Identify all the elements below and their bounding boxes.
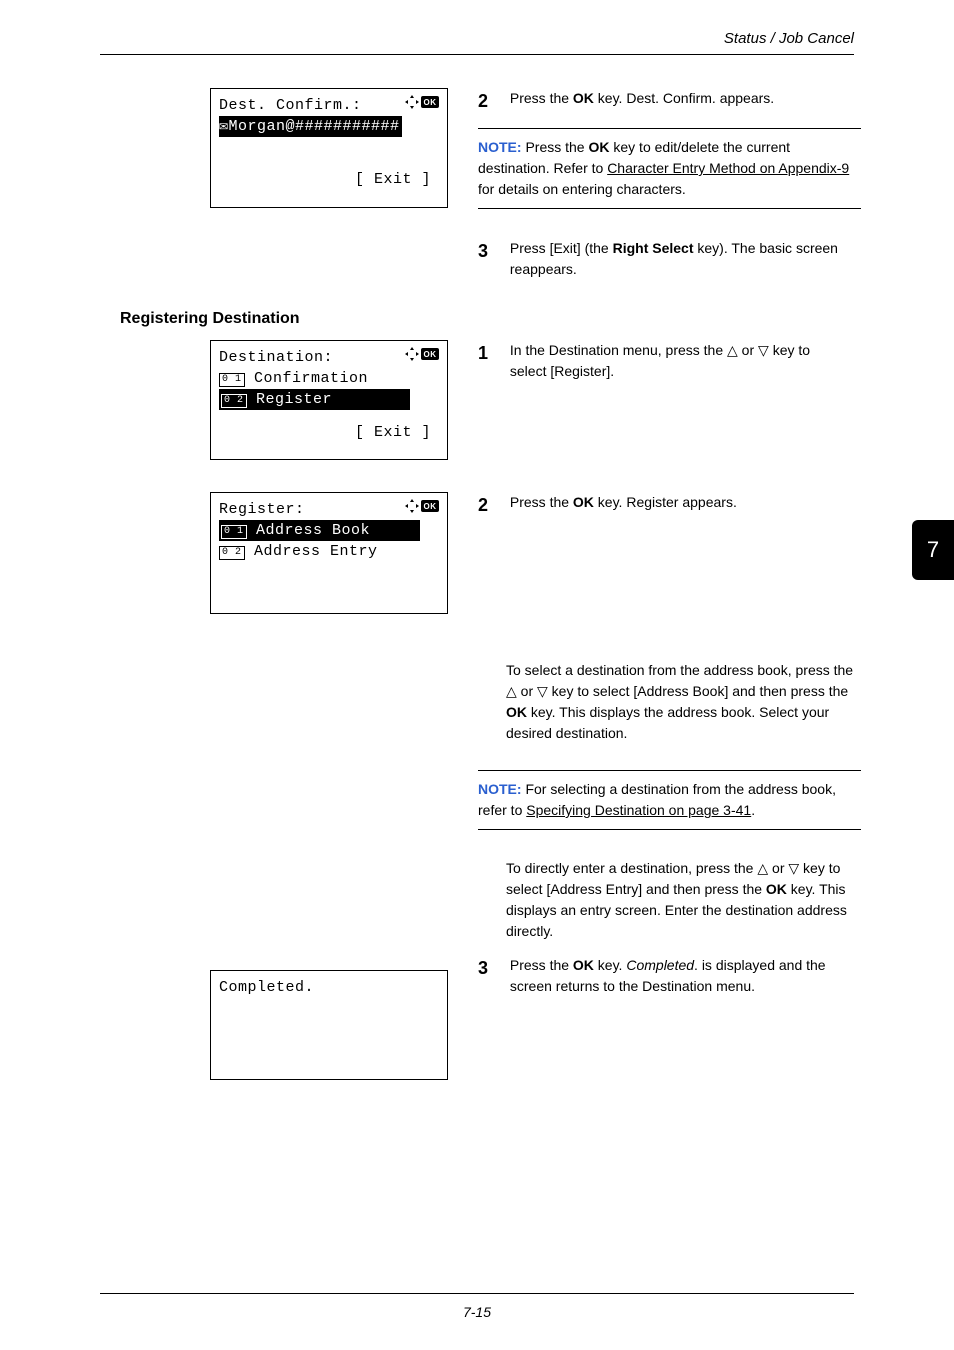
- lcd-title: Destination:: [219, 349, 333, 366]
- t: OK: [573, 494, 594, 510]
- note-specifying-destination: NOTE: For selecting a destination from t…: [478, 770, 861, 830]
- step-number: 3: [478, 238, 506, 265]
- link-specifying-destination[interactable]: Specifying Destination on page 3-41: [526, 802, 751, 818]
- nav-ok-icon: OK: [405, 347, 439, 361]
- heading-registering-destination: Registering Destination: [120, 310, 300, 328]
- menu-index: 0 2: [219, 546, 245, 560]
- menu-index: 0 1: [221, 525, 247, 539]
- lcd-title: Dest. Confirm.:: [219, 97, 362, 114]
- chapter-number: 7: [927, 537, 939, 563]
- svg-text:OK: OK: [424, 502, 437, 511]
- down-arrow-icon: ▽: [537, 683, 548, 699]
- t: OK: [588, 139, 609, 155]
- step-number: 1: [478, 340, 506, 367]
- t: key. This displays the address book. Sel…: [506, 704, 829, 741]
- up-arrow-icon: △: [727, 342, 738, 358]
- menu-item-selected: Register: [247, 391, 333, 408]
- svg-text:OK: OK: [424, 350, 437, 359]
- t: Press the: [510, 90, 573, 106]
- chapter-tab: 7: [912, 520, 954, 580]
- lcd-exit-action: [ Exit ]: [355, 171, 431, 188]
- t: key to select [Address Book] and then pr…: [548, 683, 848, 699]
- header-rule: [100, 54, 854, 55]
- t: In the Destination menu, press the: [510, 342, 727, 358]
- t: OK: [506, 704, 527, 720]
- lcd-completed: Completed.: [210, 970, 448, 1080]
- menu-item-selected: Address Book: [247, 522, 371, 539]
- t: for details on entering characters.: [478, 181, 686, 197]
- menu-item: Address Entry: [245, 543, 378, 560]
- down-arrow-icon: ▽: [788, 860, 799, 876]
- step-number: 3: [478, 955, 506, 982]
- step-number: 2: [478, 492, 506, 519]
- t: key. Register appears.: [594, 494, 737, 510]
- svg-text:OK: OK: [424, 98, 437, 107]
- nav-ok-icon: OK: [405, 95, 439, 109]
- lcd-exit-action: [ Exit ]: [355, 424, 431, 441]
- step-number: 2: [478, 88, 506, 115]
- t: Press the: [510, 494, 573, 510]
- footer-rule: [100, 1293, 854, 1294]
- t: or: [738, 342, 758, 358]
- t: OK: [573, 957, 594, 973]
- para-address-entry: To directly enter a destination, press t…: [506, 858, 858, 942]
- link-char-entry[interactable]: Character Entry Method on Appendix-9: [607, 160, 849, 176]
- t: OK: [573, 90, 594, 106]
- t: Press the: [525, 139, 588, 155]
- t: OK: [766, 881, 787, 897]
- t: Completed: [626, 957, 694, 973]
- lcd-highlighted: Morgan@###########: [229, 118, 400, 135]
- down-arrow-icon: ▽: [758, 342, 769, 358]
- t: key. Dest. Confirm. appears.: [594, 90, 774, 106]
- note-label: NOTE:: [478, 139, 525, 155]
- step-3a: 3 Press [Exit] (the Right Select key). T…: [478, 238, 850, 280]
- t: Press the: [510, 957, 573, 973]
- menu-index: 0 2: [221, 394, 247, 408]
- lcd-destination-menu: Destination: OK 0 1 Confirmation 0 2 Reg…: [210, 340, 448, 460]
- t: key.: [594, 957, 626, 973]
- lcd-dest-confirm: Dest. Confirm.: OK ✉Morgan@########### […: [210, 88, 448, 208]
- para-address-book: To select a destination from the address…: [506, 660, 858, 744]
- menu-index: 0 1: [219, 373, 245, 387]
- step-2b: 2 Press the OK key. Register appears.: [478, 492, 850, 519]
- mail-icon: ✉: [219, 118, 229, 135]
- step-3b: 3 Press the OK key. Completed. is displa…: [478, 955, 850, 997]
- t: or: [517, 683, 537, 699]
- note-label: NOTE:: [478, 781, 525, 797]
- lcd-title: Register:: [219, 501, 305, 518]
- note-edit-delete: NOTE: Press the OK key to edit/delete th…: [478, 128, 861, 209]
- step-1b: 1 In the Destination menu, press the △ o…: [478, 340, 850, 382]
- step-2a: 2 Press the OK key. Dest. Confirm. appea…: [478, 88, 850, 115]
- up-arrow-icon: △: [757, 860, 768, 876]
- nav-ok-icon: OK: [405, 499, 439, 513]
- t: .: [751, 802, 755, 818]
- menu-item: Confirmation: [245, 370, 369, 387]
- lcd-completed-text: Completed.: [219, 977, 439, 998]
- page-number: 7-15: [0, 1304, 954, 1320]
- t: Right Select: [613, 240, 694, 256]
- breadcrumb: Status / Job Cancel: [724, 30, 854, 47]
- up-arrow-icon: △: [506, 683, 517, 699]
- t: To select a destination from the address…: [506, 662, 853, 678]
- t: or: [768, 860, 788, 876]
- t: To directly enter a destination, press t…: [506, 860, 757, 876]
- lcd-register-menu: Register: OK 0 1 Address Book 0 2 Addres…: [210, 492, 448, 614]
- t: Press [Exit] (the: [510, 240, 613, 256]
